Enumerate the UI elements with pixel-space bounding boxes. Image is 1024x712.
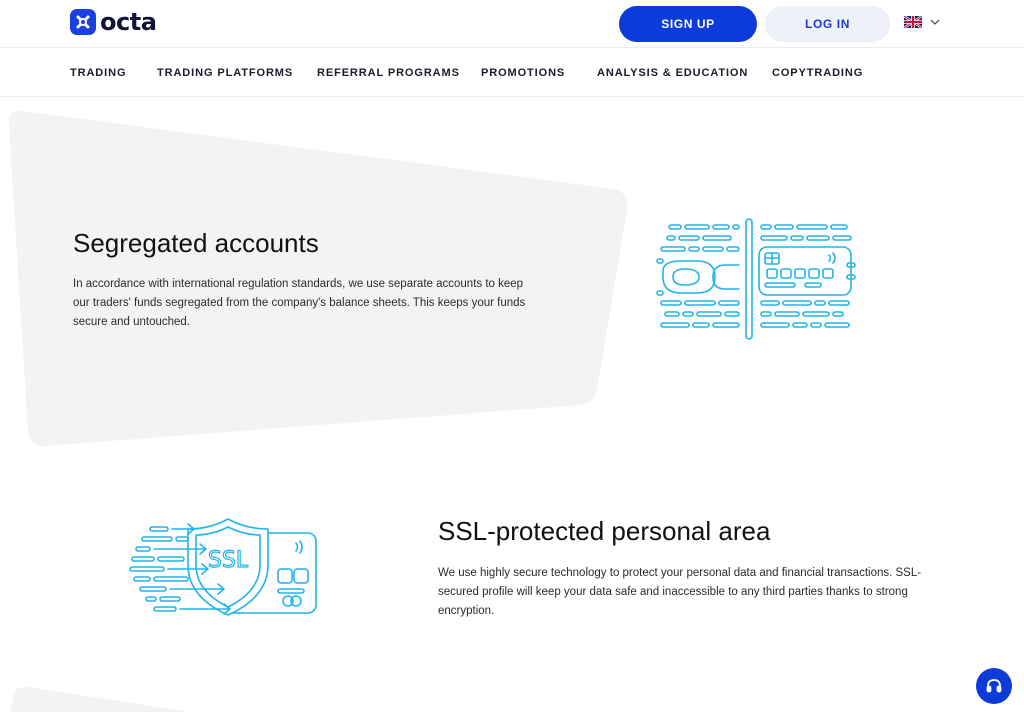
language-selector[interactable] bbox=[904, 16, 940, 28]
main-nav: TRADING TRADING PLATFORMS REFERRAL PROGR… bbox=[0, 49, 1024, 97]
headset-icon bbox=[986, 679, 1002, 693]
log-in-button[interactable]: LOG IN bbox=[765, 6, 890, 42]
background-panel-next bbox=[10, 686, 190, 712]
nav-item-trading-platforms[interactable]: TRADING PLATFORMS bbox=[157, 67, 293, 79]
svg-text:SSL: SSL bbox=[208, 548, 249, 573]
octa-logo-icon bbox=[70, 9, 96, 35]
ssl-shield-card-illustration: SSL bbox=[129, 518, 317, 616]
nav-item-analysis-education[interactable]: ANALYSIS & EDUCATION bbox=[597, 67, 748, 79]
segregated-accounts-illustration bbox=[656, 218, 856, 340]
segregated-accounts-title: Segregated accounts bbox=[73, 228, 319, 258]
logo-text: octa bbox=[100, 8, 157, 36]
uk-flag-icon bbox=[904, 16, 922, 28]
ssl-protected-title: SSL-protected personal area bbox=[438, 516, 771, 546]
top-header: octa SIGN UP LOG IN bbox=[0, 0, 1024, 48]
ssl-protected-text: We use highly secure technology to prote… bbox=[438, 567, 922, 617]
sign-up-button[interactable]: SIGN UP bbox=[619, 6, 757, 42]
chevron-down-icon bbox=[930, 19, 940, 25]
nav-item-copytrading[interactable]: COPYTRADING bbox=[772, 67, 863, 79]
nav-item-promotions[interactable]: PROMOTIONS bbox=[481, 67, 565, 79]
octa-logo[interactable]: octa bbox=[70, 8, 157, 36]
nav-item-trading[interactable]: TRADING bbox=[70, 67, 126, 79]
support-chat-button[interactable] bbox=[976, 668, 1012, 704]
nav-item-referral-programs[interactable]: REFERRAL PROGRAMS bbox=[317, 67, 460, 79]
segregated-accounts-text: In accordance with international regulat… bbox=[73, 278, 526, 328]
